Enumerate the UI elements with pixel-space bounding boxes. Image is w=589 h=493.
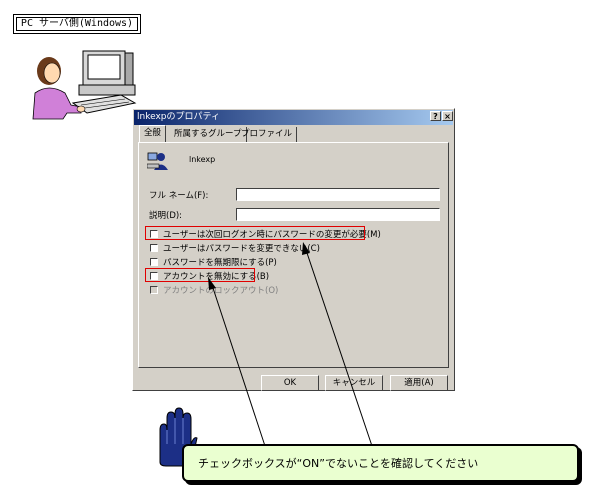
pointer-arrow-account-disabled bbox=[208, 277, 216, 290]
pointer-line-must-change-password bbox=[305, 249, 373, 447]
pointer-line-account-disabled bbox=[211, 284, 266, 447]
pointer-arrow-must-change-password bbox=[302, 242, 310, 255]
pointer-lines bbox=[208, 242, 373, 447]
note-text: チェックボックスが“ON”でないことを確認してください bbox=[198, 457, 479, 470]
note-box: チェックボックスが“ON”でないことを確認してください bbox=[182, 444, 579, 482]
